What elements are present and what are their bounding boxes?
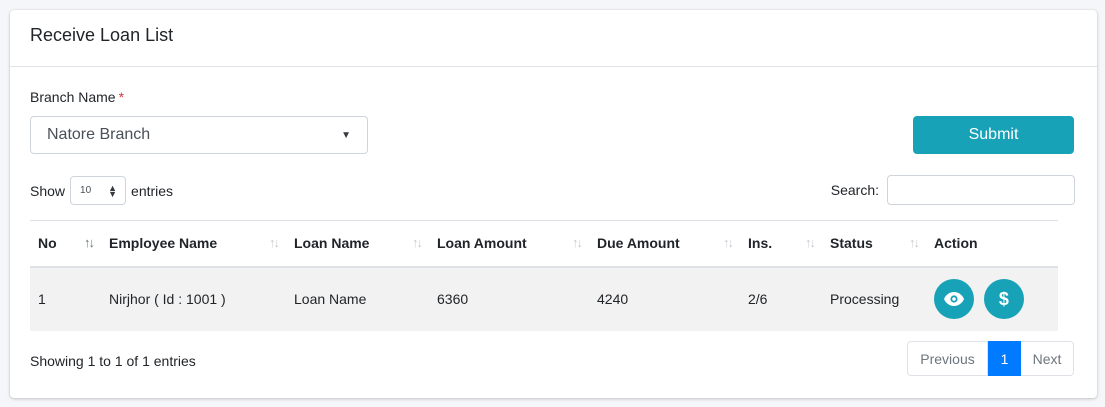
column-header-due-amount[interactable]: Due Amount ↑↓ (589, 220, 740, 268)
column-label: Action (934, 235, 978, 252)
submit-button[interactable]: Submit (913, 116, 1074, 154)
show-label: Show (30, 182, 66, 199)
eye-icon (944, 292, 964, 306)
column-header-no[interactable]: No ↑↓ (30, 220, 101, 268)
receive-loan-card: Receive Loan List Branch Name * Natore Br… (10, 10, 1097, 398)
cell-loan-amount: 6360 (429, 266, 589, 331)
cell-loan-name: Loan Name (286, 266, 429, 331)
branch-select-value: Natore Branch (47, 126, 151, 143)
search-label: Search: (830, 182, 879, 198)
page-length-value: 10 (80, 185, 92, 196)
cell-due-amount: 4240 (589, 266, 740, 331)
page-length-control: Show 10 ▲ ▼ entries (30, 176, 173, 205)
column-label: No (38, 235, 57, 252)
column-label: Due Amount (597, 235, 680, 252)
cell-ins: 2/6 (740, 266, 822, 331)
branch-label: Branch Name * (30, 89, 124, 105)
sort-icon: ↑↓ (269, 235, 280, 250)
column-label: Loan Name (294, 235, 370, 252)
column-header-action: Action (926, 220, 1058, 268)
card-header: Receive Loan List (10, 10, 1097, 67)
branch-label-text: Branch Name (30, 89, 116, 105)
branch-select[interactable]: Natore Branch ▼ (30, 116, 368, 154)
column-label: Status (830, 235, 873, 252)
search-input[interactable] (887, 175, 1075, 205)
sort-icon: ↑↓ (412, 235, 423, 250)
cell-status: Processing (822, 266, 926, 331)
table-info: Showing 1 to 1 of 1 entries (30, 353, 196, 369)
sort-icon: ↑↓ (572, 235, 583, 250)
table-header-row: No ↑↓ Employee Name ↑↓ Loan Name ↑↓ Loan Am… (30, 220, 1058, 268)
column-label: Employee Name (109, 235, 218, 252)
cell-no: 1 (30, 266, 101, 331)
column-header-employee[interactable]: Employee Name ↑↓ (101, 220, 286, 268)
column-label: Ins. (748, 235, 773, 252)
pay-button[interactable]: $ (983, 279, 1024, 319)
cell-action: $ (926, 266, 1058, 331)
page-1-button[interactable]: 1 (988, 341, 1021, 376)
page-title: Receive Loan List (30, 25, 174, 45)
updown-icon: ▲ ▼ (108, 182, 118, 199)
column-header-loan-amount[interactable]: Loan Amount ↑↓ (429, 220, 589, 268)
sort-asc-icon: ↑↓ (84, 235, 95, 250)
sort-icon: ↑↓ (805, 235, 816, 250)
column-header-loan-name[interactable]: Loan Name ↑↓ (286, 220, 429, 268)
dollar-icon: $ (998, 288, 1009, 309)
entries-label: entries (131, 182, 174, 199)
caret-down-icon: ▼ (341, 129, 351, 141)
pagination: Previous 1 Next (907, 341, 1074, 376)
loan-table: No ↑↓ Employee Name ↑↓ Loan Name ↑↓ Loan Am… (30, 220, 1058, 331)
table-row: 1 Nirjhor ( Id : 1001 ) Loan Name 6360 4… (30, 266, 1058, 331)
column-label: Loan Amount (437, 235, 527, 252)
cell-employee: Nirjhor ( Id : 1001 ) (101, 266, 286, 331)
next-page-button[interactable]: Next (1021, 341, 1074, 376)
column-header-status[interactable]: Status ↑↓ (822, 220, 926, 268)
column-header-ins[interactable]: Ins. ↑↓ (740, 220, 822, 268)
view-button[interactable] (934, 279, 974, 319)
search-control: Search: (831, 175, 1075, 205)
sort-icon: ↑↓ (723, 235, 734, 250)
sort-icon: ↑↓ (909, 235, 920, 250)
previous-page-button[interactable]: Previous (907, 341, 988, 376)
required-mark: * (118, 89, 125, 105)
page-length-select[interactable]: 10 ▲ ▼ (70, 176, 127, 205)
